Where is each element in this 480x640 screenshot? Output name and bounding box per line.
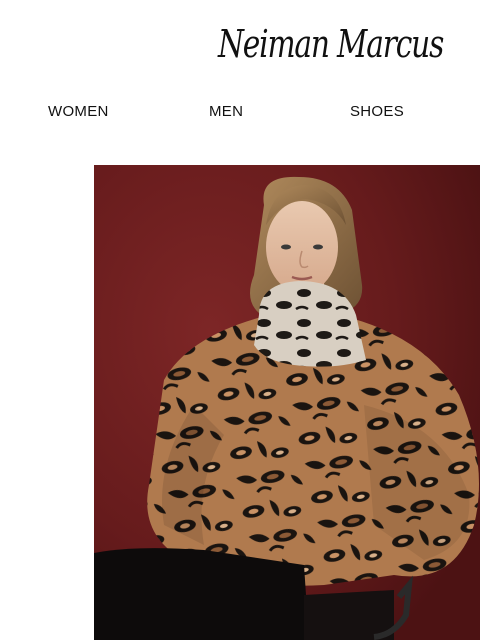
- primary-nav: WOMEN MEN SHOES: [0, 103, 480, 123]
- hero-image[interactable]: [94, 165, 480, 640]
- nav-item-men[interactable]: MEN: [209, 103, 243, 120]
- header: Neiman Marcus: [0, 0, 480, 90]
- nav-item-women[interactable]: WOMEN: [48, 103, 109, 120]
- nav-item-shoes[interactable]: SHOES: [350, 103, 404, 120]
- brand-logo[interactable]: Neiman Marcus: [218, 22, 444, 66]
- email-page: Neiman Marcus WOMEN MEN SHOES: [0, 0, 480, 640]
- hero-photo: [94, 165, 480, 640]
